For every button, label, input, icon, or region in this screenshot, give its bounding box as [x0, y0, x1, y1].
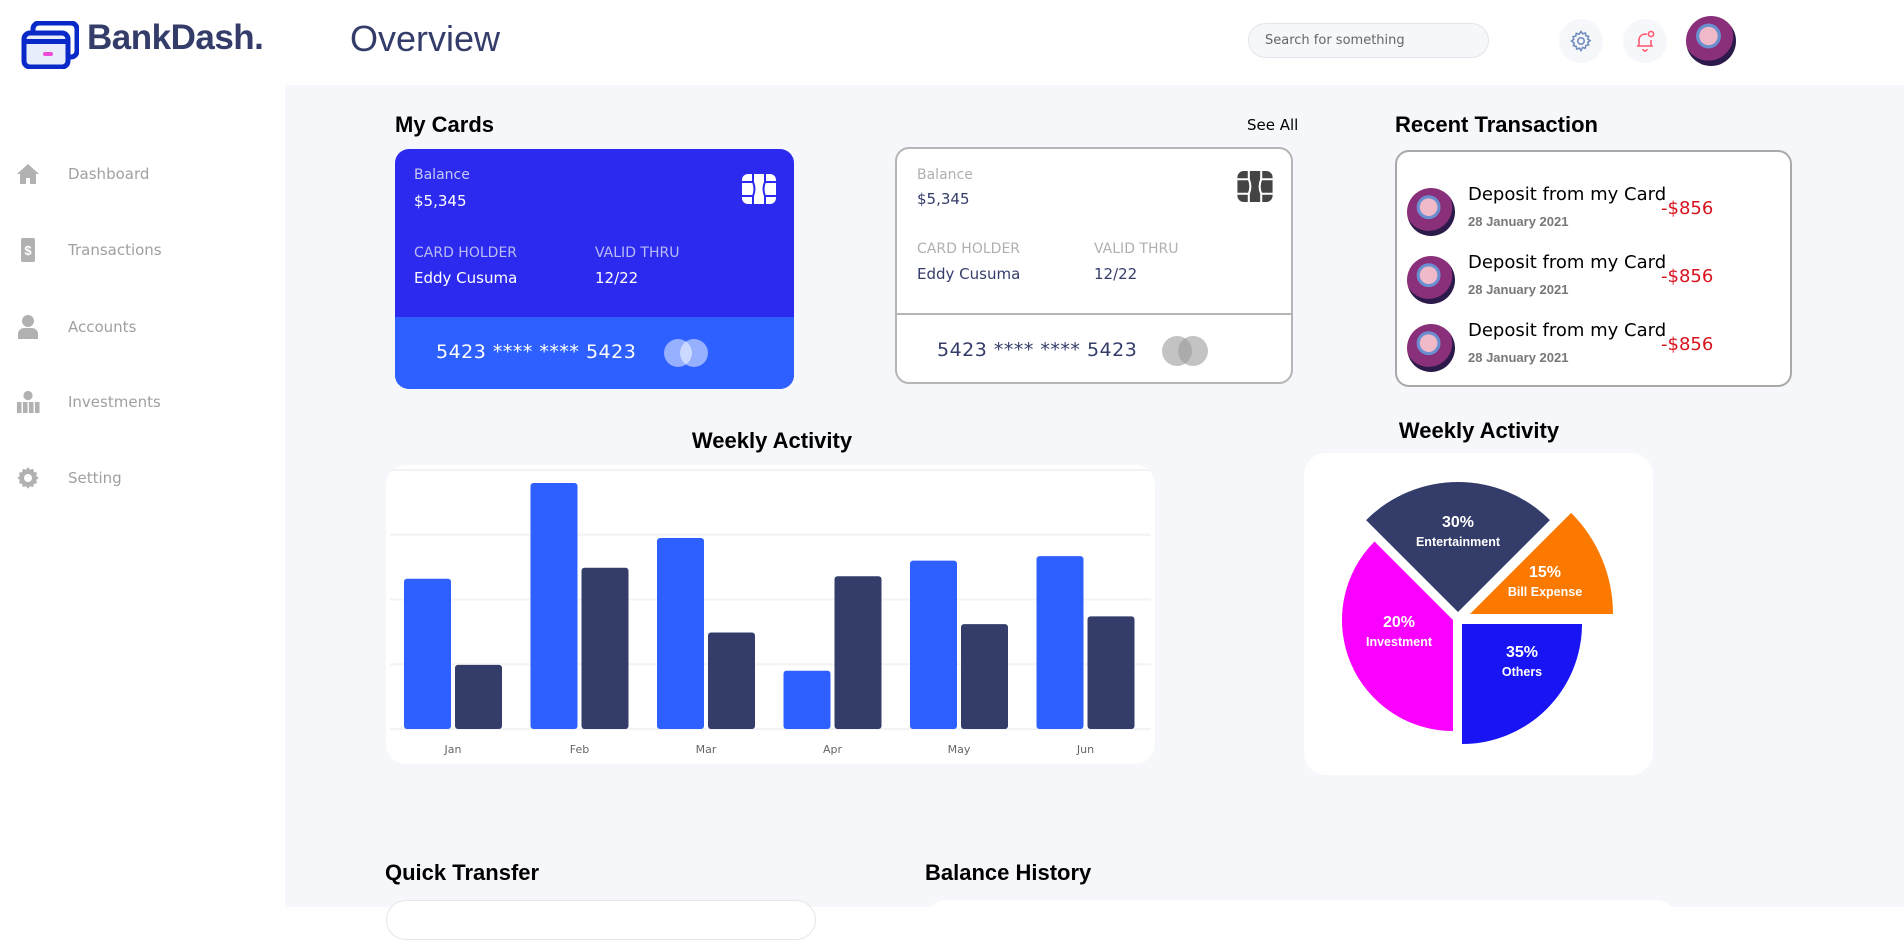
pie-category-label: Others — [1502, 665, 1542, 679]
pie-percent-label: 30% — [1442, 514, 1474, 531]
pie-percent-label: 15% — [1529, 564, 1561, 581]
pie-category-label: Investment — [1366, 635, 1433, 649]
balance-history-title: Balance History — [925, 860, 1092, 885]
pie-chart: 30% Entertainment 15% Bill Expense 20% Invest… — [1342, 482, 1614, 744]
pie-percent-label: 20% — [1383, 614, 1415, 631]
pie-category-label: Entertainment — [1416, 535, 1501, 549]
quick-transfer-title: Quick Transfer — [385, 860, 540, 885]
balance-history-panel — [926, 900, 1676, 940]
quick-transfer-panel — [386, 900, 816, 940]
pie-percent-label: 35% — [1506, 644, 1538, 661]
pie-slice-others[interactable] — [1462, 624, 1582, 744]
pie-category-label: Bill Expense — [1508, 585, 1582, 599]
